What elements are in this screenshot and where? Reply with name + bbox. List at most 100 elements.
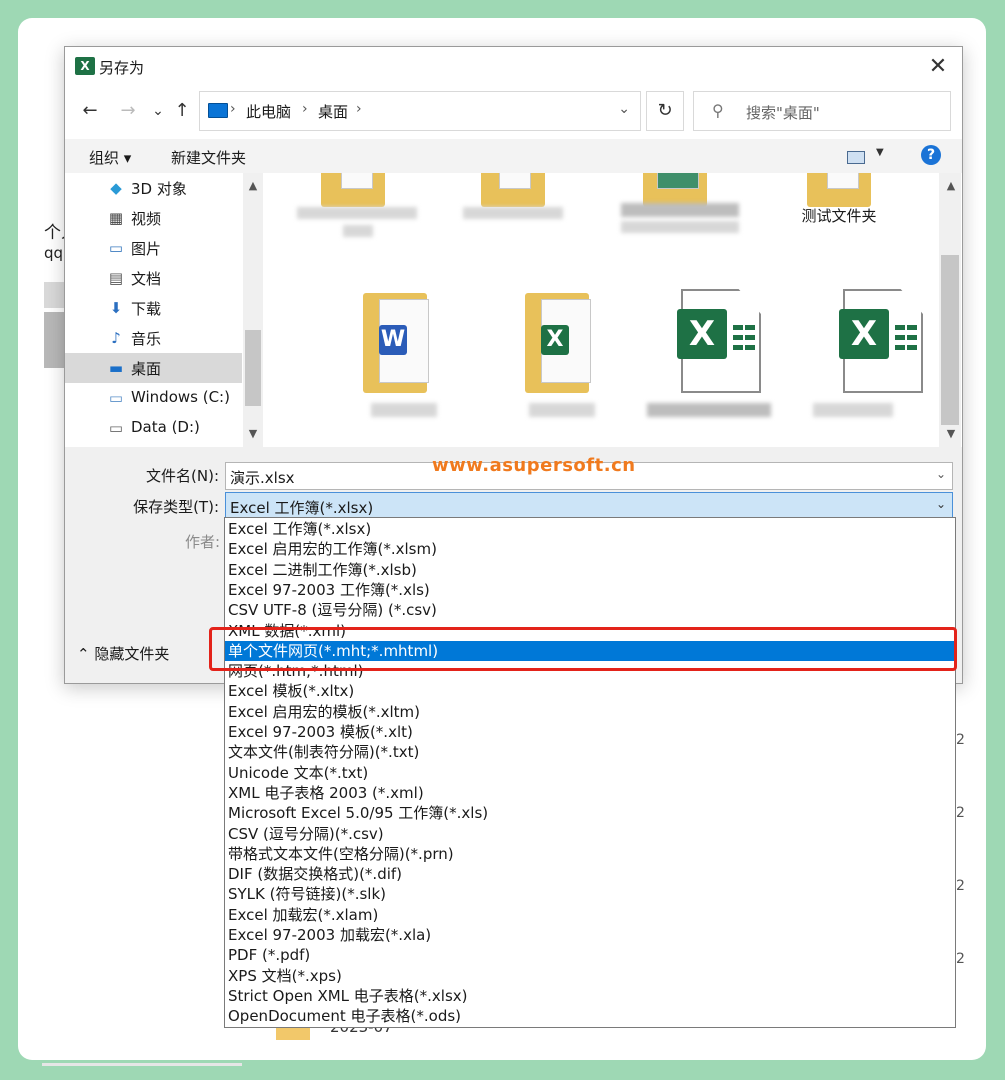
- chevron-right-icon: ›: [230, 101, 236, 117]
- address-dropdown-icon[interactable]: ⌄: [618, 101, 630, 117]
- sidebar-item-3d-objects[interactable]: ◆ 3D 对象: [65, 173, 242, 203]
- help-icon[interactable]: ?: [921, 145, 941, 165]
- filetype-option[interactable]: CSV (逗号分隔)(*.csv): [225, 824, 955, 844]
- sheet-grid-cell: [907, 345, 917, 350]
- filetype-option[interactable]: Excel 模板(*.xltx): [225, 681, 955, 701]
- hide-folders-label: 隐藏文件夹: [94, 645, 170, 663]
- blurred-filename: [371, 403, 437, 417]
- filetype-option[interactable]: Unicode 文本(*.txt): [225, 763, 955, 783]
- sidebar-item-pictures[interactable]: ▭ 图片: [65, 233, 242, 263]
- sidebar-item-documents[interactable]: ▤ 文档: [65, 263, 242, 293]
- filetype-option[interactable]: Excel 工作簿(*.xlsx): [225, 519, 955, 539]
- recent-locations-icon[interactable]: ⌄: [145, 99, 171, 123]
- navigation-row: ← → ⌄ ↑ › 此电脑 › 桌面 › ⌄ ↻ ⚲ 搜索"桌面": [65, 91, 962, 131]
- filetype-option[interactable]: PDF (*.pdf): [225, 945, 955, 965]
- sidebar-item-label: 3D 对象: [131, 180, 187, 198]
- document-preview: [827, 173, 859, 189]
- documents-icon: ▤: [108, 269, 124, 287]
- filetype-option[interactable]: Excel 加载宏(*.xlam): [225, 905, 955, 925]
- document-preview: [341, 173, 373, 189]
- filetype-option[interactable]: Excel 97-2003 工作簿(*.xls): [225, 580, 955, 600]
- background-block: [44, 282, 64, 308]
- search-box[interactable]: ⚲ 搜索"桌面": [693, 91, 951, 131]
- close-icon[interactable]: ✕: [924, 53, 952, 81]
- drive-icon: ▭: [108, 419, 124, 437]
- chevron-down-icon[interactable]: ⌄: [936, 467, 946, 481]
- chevron-down-icon[interactable]: ⌄: [936, 497, 946, 511]
- address-bar[interactable]: › 此电脑 › 桌面 › ⌄: [199, 91, 641, 131]
- filetype-option[interactable]: DIF (数据交换格式)(*.dif): [225, 864, 955, 884]
- search-placeholder: 搜索"桌面": [746, 104, 820, 122]
- folder-item[interactable]: [283, 173, 423, 263]
- filetype-option[interactable]: Excel 二进制工作簿(*.xlsb): [225, 560, 955, 580]
- filetype-select[interactable]: Excel 工作簿(*.xlsx) ⌄: [225, 492, 953, 520]
- blurred-filename: [647, 403, 771, 417]
- filetype-option[interactable]: XML 电子表格 2003 (*.xml): [225, 783, 955, 803]
- folder-item[interactable]: X: [475, 285, 615, 417]
- title-bar: X 另存为 ✕: [65, 47, 962, 87]
- scroll-up-icon[interactable]: ▲: [941, 179, 961, 192]
- sheet-grid-cell: [745, 335, 755, 340]
- breadcrumb-this-pc[interactable]: 此电脑: [246, 101, 291, 122]
- sheet-grid-cell: [733, 335, 743, 340]
- filetype-option[interactable]: Strict Open XML 电子表格(*.xlsx): [225, 986, 955, 1006]
- hide-folders-button[interactable]: ⌃ 隐藏文件夹: [77, 643, 169, 664]
- filetype-option[interactable]: Excel 97-2003 模板(*.xlt): [225, 722, 955, 742]
- this-pc-icon: [208, 103, 228, 118]
- breadcrumb-desktop[interactable]: 桌面: [318, 101, 348, 122]
- filetype-option[interactable]: 带格式文本文件(空格分隔)(*.prn): [225, 844, 955, 864]
- folder-item[interactable]: W: [313, 285, 453, 417]
- scroll-down-icon[interactable]: ▼: [941, 427, 961, 440]
- view-options-icon[interactable]: [847, 151, 865, 164]
- excel-file-item[interactable]: X: [799, 285, 939, 417]
- background-text: 2: [956, 732, 965, 748]
- scroll-down-icon[interactable]: ▼: [243, 427, 263, 440]
- sidebar-item-label: 音乐: [131, 330, 162, 348]
- file-list-scrollbar-thumb[interactable]: [941, 255, 959, 425]
- filetype-option[interactable]: 文本文件(制表符分隔)(*.txt): [225, 742, 955, 762]
- filetype-option[interactable]: OpenDocument 电子表格(*.ods): [225, 1006, 955, 1026]
- sheet-grid-cell: [745, 325, 755, 330]
- downloads-icon: ⬇: [109, 299, 123, 317]
- video-icon: ▦: [108, 209, 124, 227]
- filetype-option[interactable]: Excel 97-2003 加载宏(*.xla): [225, 925, 955, 945]
- filetype-dropdown-list: Excel 工作簿(*.xlsx) Excel 启用宏的工作簿(*.xlsm) Ex…: [224, 517, 956, 1028]
- organize-button[interactable]: 组织 ▾: [89, 147, 131, 168]
- sidebar-item-label: 下载: [131, 300, 162, 318]
- background-text: 2: [956, 878, 965, 894]
- refresh-icon[interactable]: ↻: [646, 91, 684, 131]
- chevron-right-icon: ›: [356, 101, 362, 117]
- folder-item[interactable]: [607, 173, 747, 263]
- command-bar: 组织 ▾ 新建文件夹 ▼ ?: [65, 139, 962, 173]
- sheet-grid-cell: [733, 345, 743, 350]
- excel-file-item[interactable]: X: [637, 285, 777, 417]
- sheet-grid-cell: [895, 335, 905, 340]
- back-icon[interactable]: ←: [77, 99, 103, 123]
- background-text: 2: [956, 951, 965, 967]
- filetype-option[interactable]: Excel 启用宏的模板(*.xltm): [225, 702, 955, 722]
- sidebar-item-windows-c[interactable]: ▭ Windows (C:): [65, 383, 242, 413]
- sidebar-item-video[interactable]: ▦ 视频: [65, 203, 242, 233]
- sidebar-item-downloads[interactable]: ⬇ 下载: [65, 293, 242, 323]
- folder-item[interactable]: [445, 173, 585, 263]
- up-icon[interactable]: ↑: [169, 99, 195, 123]
- sidebar-item-label: 桌面: [131, 360, 162, 378]
- filetype-option[interactable]: SYLK (符号链接)(*.slk): [225, 884, 955, 904]
- filetype-option[interactable]: Microsoft Excel 5.0/95 工作簿(*.xls): [225, 803, 955, 823]
- chevron-down-icon[interactable]: ▼: [876, 147, 884, 158]
- sidebar-item-desktop[interactable]: ▬ 桌面: [65, 353, 242, 383]
- forward-icon[interactable]: →: [115, 99, 141, 123]
- sidebar-item-music[interactable]: ♪ 音乐: [65, 323, 242, 353]
- filetype-option[interactable]: CSV UTF-8 (逗号分隔) (*.csv): [225, 600, 955, 620]
- folder-item-test-folder[interactable]: 测试文件夹: [769, 173, 909, 263]
- search-icon: ⚲: [712, 101, 724, 120]
- sidebar-item-data-d[interactable]: ▭ Data (D:): [65, 413, 242, 443]
- new-folder-button[interactable]: 新建文件夹: [171, 147, 246, 168]
- blurred-filename: [621, 203, 739, 217]
- filetype-option[interactable]: Excel 启用宏的工作簿(*.xlsm): [225, 539, 955, 559]
- desktop-icon: ▬: [108, 359, 124, 377]
- filetype-option[interactable]: XPS 文档(*.xps): [225, 966, 955, 986]
- filename-label: 文件名(N):: [146, 467, 219, 485]
- scroll-up-icon[interactable]: ▲: [243, 179, 263, 192]
- navigation-scrollbar-thumb[interactable]: [245, 330, 261, 406]
